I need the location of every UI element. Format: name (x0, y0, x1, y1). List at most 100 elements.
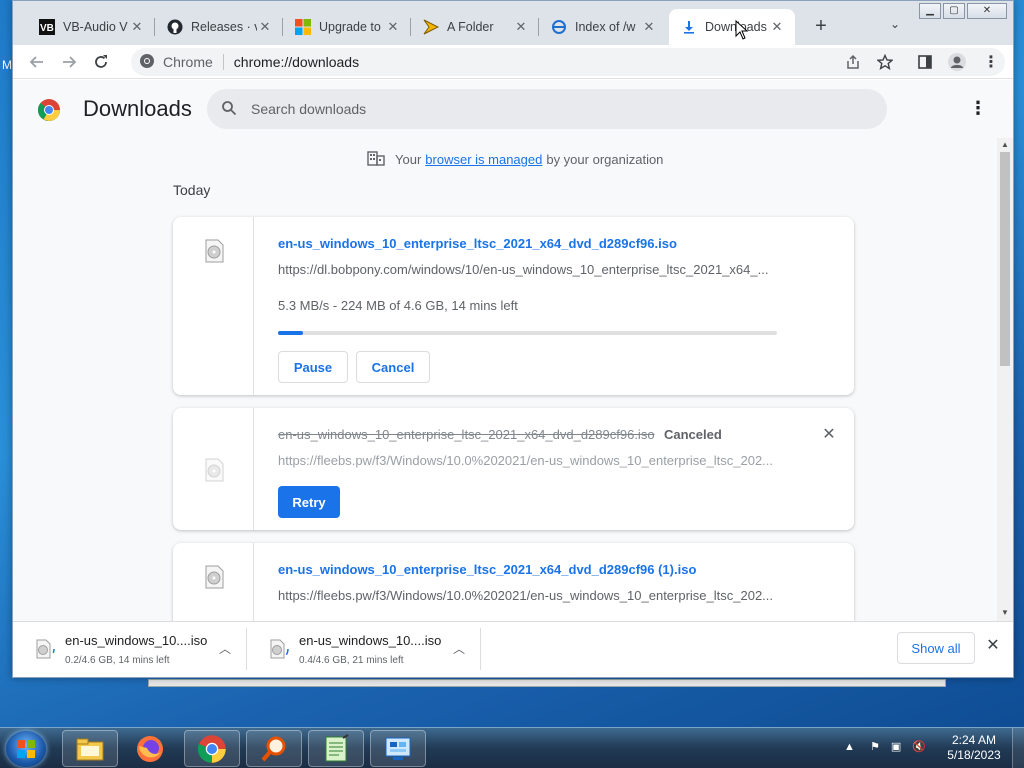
more-vert-icon: ⋮ (983, 54, 999, 71)
managed-link[interactable]: browser is managed (425, 152, 542, 167)
tab-strip: VB VB-Audio V ✕ Releases · v ✕ Upgrade t… (13, 1, 1013, 45)
system-tray: ▲ ⚑ ▣ 🔇 (844, 740, 926, 753)
download-item-active: en-us_windows_10_enterprise_ltsc_2021_x6… (173, 217, 854, 395)
tab-releases[interactable]: Releases · v ✕ (155, 9, 283, 45)
show-all-button[interactable]: Show all (897, 632, 975, 664)
tab-a-folder[interactable]: A Folder ✕ (411, 9, 539, 45)
tab-downloads[interactable]: Downloads ✕ (669, 9, 795, 45)
maximize-button[interactable]: ▢ (943, 3, 965, 19)
tab-index-of[interactable]: Index of /w ✕ (539, 9, 667, 45)
remove-from-list-icon[interactable]: ✕ (821, 427, 837, 444)
page-scrollbar[interactable]: ▲ ▼ (997, 138, 1013, 621)
tab-upgrade[interactable]: Upgrade to ✕ (283, 9, 411, 45)
managed-suffix: by your organization (546, 152, 664, 167)
close-tab-icon[interactable]: ✕ (769, 19, 785, 35)
tab-search-icon[interactable]: ⌄ (885, 17, 905, 37)
download-filename[interactable]: en-us_windows_10_enterprise_ltsc_2021_x6… (278, 562, 696, 577)
chrome-logo-icon (37, 98, 61, 125)
tab-vb-audio[interactable]: VB VB-Audio V ✕ (27, 9, 155, 45)
pause-button[interactable]: Pause (278, 351, 348, 383)
share-button[interactable] (841, 50, 865, 74)
download-shelf: en-us_windows_10....iso 0.2/4.6 GB, 14 m… (13, 621, 1013, 677)
search-downloads-field[interactable] (207, 89, 887, 129)
show-desktop-button[interactable] (1012, 728, 1024, 768)
disc-image-file-icon (265, 637, 289, 661)
managed-notice: Your browser is managed by your organiza… (367, 150, 663, 169)
close-tab-icon[interactable]: ✕ (513, 19, 529, 35)
minimize-button[interactable]: ▁ (919, 3, 941, 19)
page-title: Downloads (83, 96, 192, 121)
windows-logo-icon (295, 19, 311, 35)
download-url[interactable]: https://fleebs.pw/f3/Windows/10.0%202021… (278, 453, 778, 468)
scrollbar-thumb[interactable] (1000, 152, 1010, 366)
download-progress-bar (278, 331, 777, 335)
close-tab-icon[interactable]: ✕ (385, 19, 401, 35)
chevron-up-icon[interactable]: ︿ (453, 640, 465, 657)
vb-audio-icon: VB (39, 19, 55, 35)
notepad-icon (325, 733, 349, 761)
taskbar-notepad[interactable] (308, 730, 364, 767)
mouse-cursor-icon (735, 20, 749, 40)
download-url[interactable]: https://dl.bobpony.com/windows/10/en-us_… (278, 262, 778, 277)
close-tab-icon[interactable]: ✕ (129, 19, 145, 35)
desktop-edge-text: M (2, 58, 12, 72)
magnifier-icon (261, 736, 286, 761)
share-icon (847, 54, 859, 69)
date-section-header: Today (173, 182, 211, 198)
show-hidden-icons-icon[interactable]: ▲ (844, 741, 855, 753)
forward-arrow-icon (63, 56, 77, 68)
clock-date: 5/18/2023 (947, 748, 1001, 762)
side-panel-button[interactable] (913, 50, 937, 74)
tab-title: Index of /w (575, 20, 636, 34)
building-icon (367, 150, 385, 169)
bookmark-button[interactable] (873, 50, 897, 74)
scroll-down-arrow[interactable]: ▼ (1001, 608, 1009, 617)
taskbar-clock[interactable]: 2:24 AM 5/18/2023 (944, 733, 1004, 763)
reload-button[interactable] (89, 50, 113, 74)
download-icon (681, 19, 697, 35)
search-input[interactable] (251, 101, 851, 117)
taskbar-firefox[interactable] (122, 730, 178, 767)
taskbar-magnifier[interactable] (246, 730, 302, 767)
shelf-item-name: en-us_windows_10....iso (299, 633, 442, 648)
forward-button[interactable] (57, 50, 81, 74)
volume-muted-icon[interactable]: 🔇 (912, 741, 926, 753)
close-tab-icon[interactable]: ✕ (257, 19, 273, 35)
start-button[interactable] (6, 731, 46, 767)
shelf-download-item[interactable]: en-us_windows_10....iso 0.2/4.6 GB, 14 m… (13, 622, 247, 677)
download-url[interactable]: https://fleebs.pw/f3/Windows/10.0%202021… (278, 588, 778, 603)
more-actions-button[interactable]: ⋮ (969, 98, 987, 120)
page-header: Downloads ⋮ (13, 80, 1013, 136)
address-origin: Chrome (163, 54, 213, 70)
profile-button[interactable] (945, 50, 969, 74)
folder-arrow-icon (423, 19, 439, 35)
taskbar-control-panel[interactable] (370, 730, 426, 767)
disc-image-file-icon (205, 565, 224, 589)
download-progress-fill (278, 331, 303, 335)
window-close-button[interactable]: ✕ (967, 3, 1007, 19)
chrome-icon (197, 734, 226, 763)
tab-title: A Folder (447, 20, 494, 34)
chevron-up-icon[interactable]: ︿ (219, 640, 231, 657)
action-center-flag-icon[interactable]: ⚑ (870, 741, 880, 753)
shelf-item-status: 0.4/4.6 GB, 21 mins left (299, 655, 404, 666)
taskbar-explorer[interactable] (62, 730, 118, 767)
download-item-canceled: en-us_windows_10_enterprise_ltsc_2021_x6… (173, 408, 854, 530)
close-shelf-icon[interactable]: ✕ (985, 638, 1001, 654)
shelf-download-item[interactable]: en-us_windows_10....iso 0.4/4.6 GB, 21 m… (247, 622, 481, 677)
ie-icon (551, 19, 567, 35)
scroll-up-arrow[interactable]: ▲ (1001, 140, 1009, 149)
chrome-logo-icon (139, 53, 155, 72)
network-icon[interactable]: ▣ (891, 741, 901, 753)
back-button[interactable] (25, 50, 49, 74)
side-panel-icon (918, 55, 932, 69)
close-tab-icon[interactable]: ✕ (641, 19, 657, 35)
taskbar-chrome[interactable] (184, 730, 240, 767)
cancel-button[interactable]: Cancel (356, 351, 430, 383)
retry-button[interactable]: Retry (278, 486, 340, 518)
download-filename[interactable]: en-us_windows_10_enterprise_ltsc_2021_x6… (278, 236, 677, 251)
new-tab-button[interactable]: + (809, 15, 833, 39)
download-item: en-us_windows_10_enterprise_ltsc_2021_x6… (173, 543, 854, 633)
disc-image-file-icon (205, 458, 224, 482)
browser-menu-button[interactable]: ⋮ (979, 50, 1003, 74)
